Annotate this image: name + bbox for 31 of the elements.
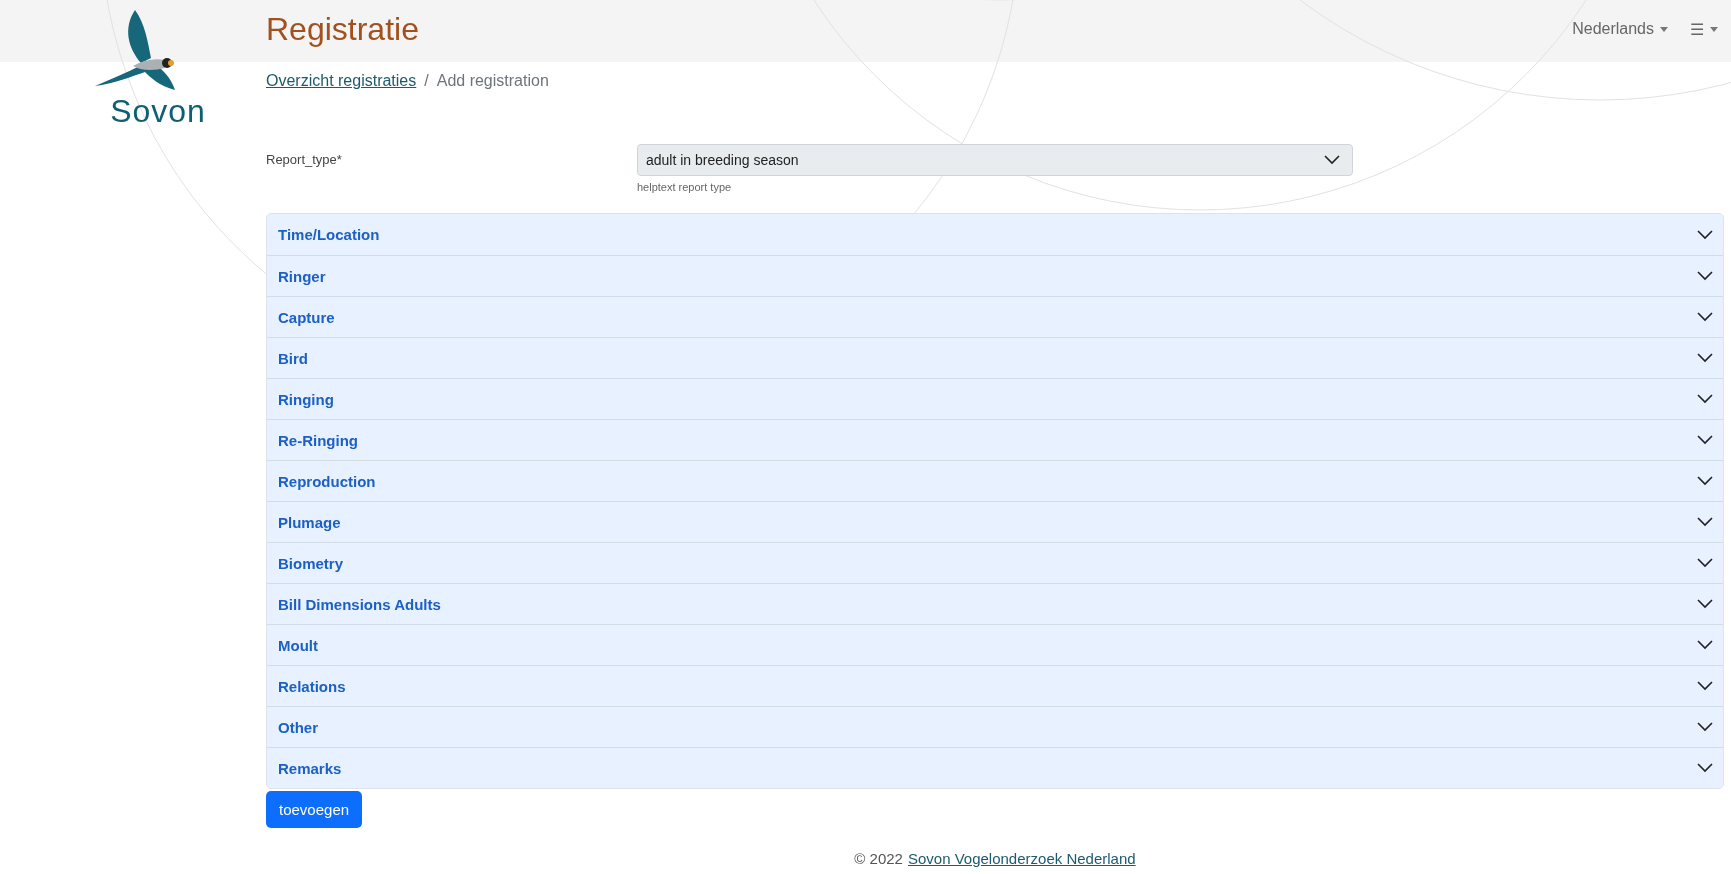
field-label: Report_type* xyxy=(266,151,343,169)
chevron-icon xyxy=(1697,271,1713,281)
caret-icon xyxy=(1710,26,1718,32)
chevron-icon xyxy=(1697,517,1713,527)
chevron-icon xyxy=(1697,435,1713,445)
chevron-icon xyxy=(1697,229,1713,240)
chevron-icon xyxy=(1697,722,1713,732)
copyright-text: © 2022 xyxy=(854,850,903,867)
chevron-icon xyxy=(1697,476,1713,486)
help-text: helptext report type xyxy=(637,181,733,193)
language-dropdown[interactable]: Nederlands xyxy=(1572,20,1668,38)
report-type-select[interactable]: adult in breeding season xyxy=(637,144,1353,176)
chevron-icon xyxy=(1697,599,1713,609)
footer-link[interactable]: Sovon Vogelonderzoek Nederland xyxy=(907,850,1136,867)
chevron-icon xyxy=(1697,353,1713,363)
chevron-icon xyxy=(1697,558,1713,568)
chevron-icon xyxy=(1324,155,1340,165)
page-title: Registratie xyxy=(266,10,419,48)
menu-dropdown[interactable]: ☰ xyxy=(1690,19,1718,39)
submit-button[interactable]: toevoegen xyxy=(266,791,363,828)
logo-text: Sovon xyxy=(110,93,206,130)
breadcrumb-current: Add registration xyxy=(436,72,549,90)
accordion-header[interactable]: Remarks xyxy=(267,747,1723,788)
chevron-icon xyxy=(1697,394,1713,404)
chevron-icon xyxy=(1697,681,1713,691)
breadcrumb-link[interactable]: Overzicht registraties xyxy=(266,72,417,90)
breadcrumb-separator: / xyxy=(424,72,429,90)
caret-icon xyxy=(1660,26,1668,32)
chevron-icon xyxy=(1697,312,1713,322)
chevron-icon xyxy=(1697,640,1713,650)
chevron-icon xyxy=(1697,763,1713,773)
